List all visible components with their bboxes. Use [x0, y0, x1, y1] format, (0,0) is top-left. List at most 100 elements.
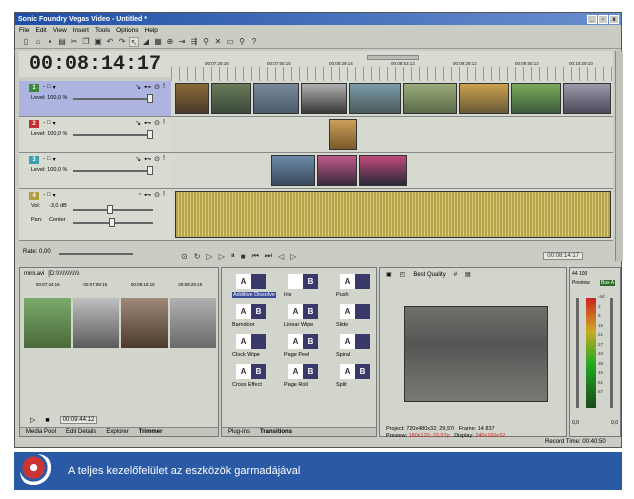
audio-lane[interactable]	[171, 189, 613, 241]
tab-edit-details[interactable]: Edit Details	[66, 429, 96, 435]
transition-item[interactable]: A Push	[334, 274, 378, 300]
close-button[interactable]: x	[609, 14, 619, 24]
composite-icon[interactable]: ↘	[135, 155, 141, 163]
menu-view[interactable]: View	[53, 27, 67, 34]
video-clip[interactable]	[253, 83, 299, 114]
slider-knob[interactable]	[147, 94, 153, 103]
transition-item[interactable]: A B Page Roll	[282, 364, 326, 390]
menu-options[interactable]: Options	[116, 27, 138, 34]
timeline-vertical-scrollbar[interactable]	[615, 51, 623, 261]
loop-icon[interactable]: ↻	[194, 252, 201, 261]
render-icon[interactable]: ▭	[225, 37, 235, 47]
tab-trimmer[interactable]: Trimmer	[139, 429, 163, 435]
solo-icon[interactable]: ⊙	[154, 83, 160, 91]
transition-item[interactable]: A B Cross Effect	[230, 364, 274, 390]
tab-explorer[interactable]: Explorer	[106, 429, 128, 435]
zoom-tool-icon[interactable]: ⊕	[165, 37, 175, 47]
mute-icon[interactable]: □	[47, 192, 51, 199]
track-header-audio[interactable]: 4 - □ ▾ ◦ ⊷ ⊙! Vol: -3,0 dB Pan: Center	[19, 189, 171, 241]
video-clip[interactable]	[349, 83, 401, 114]
track-header-1[interactable]: 1 - □ ▾ ↘ ⊷ ⊙! Level: 100,0 %	[19, 81, 171, 117]
menu-file[interactable]: File	[19, 27, 29, 34]
external-monitor-icon[interactable]: ◰	[400, 271, 406, 278]
play-icon[interactable]: ▷	[219, 252, 225, 261]
track-lane-1[interactable]	[171, 81, 613, 117]
volume-slider[interactable]	[73, 205, 153, 214]
video-clip[interactable]	[329, 119, 357, 150]
track-lane-2[interactable]	[171, 117, 613, 153]
open-icon[interactable]: ⌂	[33, 37, 43, 47]
video-clip[interactable]	[563, 83, 611, 114]
record-arm-icon[interactable]: ◦	[139, 191, 141, 199]
play-icon[interactable]: ▷	[30, 416, 35, 424]
track-header-2[interactable]: 2 - □ ▾ ↘ ⊷ ⊙! Level: 100,0 %	[19, 117, 171, 153]
crossfade-icon[interactable]: ✕	[213, 37, 223, 47]
track-menu-icon[interactable]: ▾	[53, 156, 56, 163]
properties-icon[interactable]: ▤	[57, 37, 67, 47]
track-lane-3[interactable]	[171, 153, 613, 189]
transition-item[interactable]: A Clock Wipe	[230, 334, 274, 360]
selection-tool-icon[interactable]: ▦	[153, 37, 163, 47]
lock-icon[interactable]: !	[163, 191, 165, 199]
menu-edit[interactable]: Edit	[35, 27, 46, 34]
video-clip[interactable]	[403, 83, 457, 114]
lock-icon[interactable]: !	[163, 119, 165, 127]
preview-settings-icon[interactable]: ▣	[386, 271, 392, 278]
paste-icon[interactable]: ▣	[93, 37, 103, 47]
menu-tools[interactable]: Tools	[95, 27, 110, 34]
trimmer-file[interactable]: mini.avi	[24, 271, 44, 277]
transition-item[interactable]: A B Page Peel	[282, 334, 326, 360]
timeline-scroll-thumb[interactable]	[367, 55, 419, 60]
trimmer-clip-strip[interactable]	[24, 298, 216, 348]
undo-icon[interactable]: ↶	[105, 37, 115, 47]
rate-slider[interactable]	[59, 253, 133, 255]
tab-media-pool[interactable]: Media Pool	[26, 429, 56, 435]
go-to-start-icon[interactable]: ⏮	[252, 251, 259, 261]
trimmer-ruler[interactable]: 00:07:44:16 00:07:59:15 00:08:15:15 00:0…	[24, 282, 214, 290]
track-header-3[interactable]: 3 - □ ▾ ↘ ⊷ ⊙! Level: 100,0 %	[19, 153, 171, 189]
video-clip[interactable]	[271, 155, 315, 186]
level-slider[interactable]	[73, 94, 153, 103]
bus-fader[interactable]	[610, 298, 613, 408]
transition-item[interactable]: A B Barndoor	[230, 304, 274, 330]
preview-fader[interactable]	[576, 298, 579, 408]
transition-item[interactable]: A B Split	[334, 364, 378, 390]
minimize-track-icon[interactable]: -	[43, 120, 45, 127]
normal-edit-tool-icon[interactable]: ↖	[129, 36, 139, 47]
track-menu-icon[interactable]: ▾	[53, 84, 56, 91]
pan-slider[interactable]	[73, 218, 153, 227]
maximize-button[interactable]: ▫	[598, 14, 608, 24]
fx-icon[interactable]: ⊷	[144, 155, 151, 163]
slider-knob[interactable]	[107, 205, 113, 214]
video-clip[interactable]	[317, 155, 357, 186]
lock-icon[interactable]: !	[163, 155, 165, 163]
mute-icon[interactable]: □	[47, 84, 51, 91]
solo-icon[interactable]: ⊙	[154, 155, 160, 163]
preview-quality[interactable]: Best Quality	[413, 272, 445, 278]
tab-transitions[interactable]: Transitions	[260, 429, 292, 435]
video-clip[interactable]	[301, 83, 347, 114]
slider-knob[interactable]	[147, 130, 153, 139]
audio-clip[interactable]	[175, 191, 611, 238]
record-icon[interactable]: ⊙	[181, 252, 188, 261]
solo-icon[interactable]: ⊙	[154, 119, 160, 127]
mute-icon[interactable]: □	[47, 120, 51, 127]
transition-item[interactable]: A Additive Dissolve	[230, 274, 276, 300]
video-clip[interactable]	[359, 155, 407, 186]
video-clip[interactable]	[511, 83, 561, 114]
next-frame-icon[interactable]: ▷	[290, 252, 296, 261]
transition-item[interactable]: A Spiral	[334, 334, 378, 360]
copy-icon[interactable]: ❐	[81, 37, 91, 47]
video-clip[interactable]	[459, 83, 509, 114]
fx-icon[interactable]: ⊷	[144, 191, 151, 199]
minimize-track-icon[interactable]: -	[43, 156, 45, 163]
level-slider[interactable]	[73, 130, 153, 139]
autoripple-icon[interactable]: ⇶	[189, 37, 199, 47]
pause-icon[interactable]: ⏸	[231, 251, 235, 261]
prev-frame-icon[interactable]: ◁	[278, 252, 284, 261]
lock-icon[interactable]: !	[163, 83, 165, 91]
copy-snapshot-icon[interactable]: ▤	[465, 271, 471, 278]
video-clip[interactable]	[175, 83, 209, 114]
video-clip[interactable]	[211, 83, 251, 114]
envelope-tool-icon[interactable]: ◢	[141, 37, 151, 47]
